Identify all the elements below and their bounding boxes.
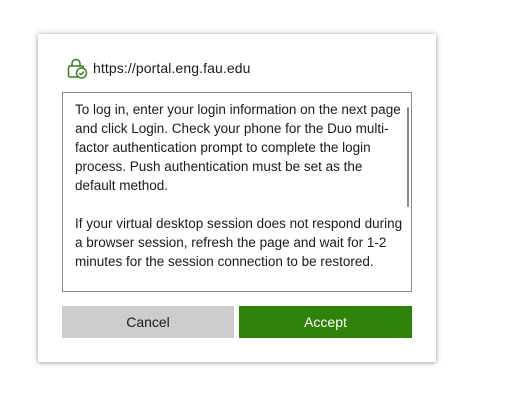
message-scroll-area[interactable]: To log in, enter your login information … xyxy=(62,92,412,292)
accept-button[interactable]: Accept xyxy=(239,306,412,338)
cancel-button[interactable]: Cancel xyxy=(62,306,234,338)
dialog-header: https://portal.eng.fau.edu xyxy=(66,57,251,79)
message-text: To log in, enter your login information … xyxy=(75,100,405,290)
lock-check-icon xyxy=(66,57,88,79)
scrollbar-thumb[interactable] xyxy=(407,107,409,207)
message-paragraph: If your virtual desktop session does not… xyxy=(75,216,403,269)
consent-dialog: https://portal.eng.fau.edu To log in, en… xyxy=(38,34,436,362)
message-paragraph: To log in, enter your login information … xyxy=(75,102,401,193)
scrollbar[interactable] xyxy=(405,93,411,291)
site-url: https://portal.eng.fau.edu xyxy=(93,60,251,76)
